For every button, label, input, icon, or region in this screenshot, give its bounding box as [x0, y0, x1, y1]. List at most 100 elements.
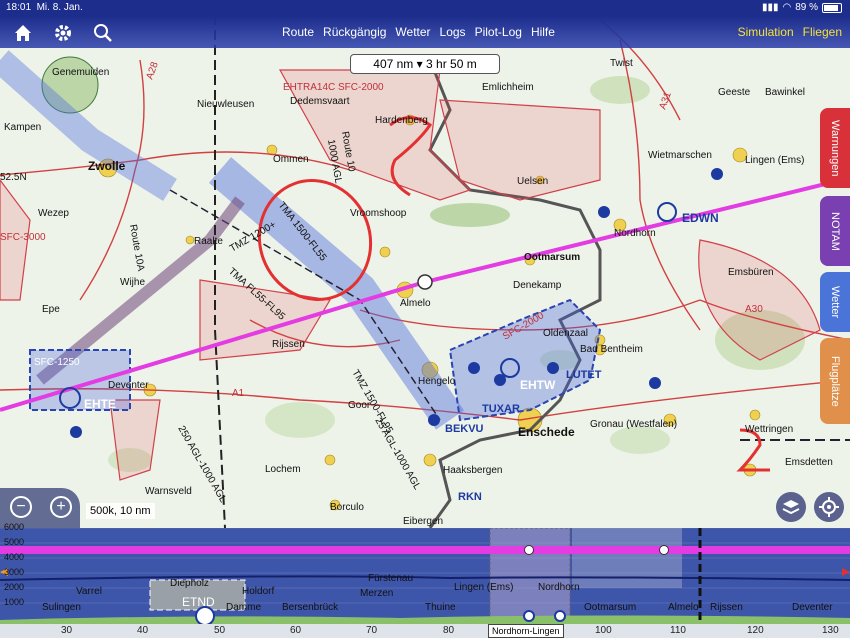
airspace-block: [489, 528, 571, 624]
menu-logs[interactable]: Logs: [440, 25, 466, 39]
airspace-label: RKN: [458, 491, 482, 503]
profile-place: Diepholz: [170, 578, 209, 589]
zoom-in-button[interactable]: +: [50, 496, 72, 518]
map-view[interactable]: Genemuiden Nieuwleusen Dedemsvaart Harde…: [0, 0, 850, 528]
axis-tick: 50: [214, 625, 226, 636]
profile-place: Rijssen: [710, 602, 743, 613]
airport-icon[interactable]: [554, 610, 566, 622]
airspace-label: EHTE: [84, 397, 116, 411]
airspace-label: SFC-3000: [0, 232, 46, 243]
home-icon[interactable]: [12, 22, 34, 44]
town-label: Wettringen: [745, 424, 793, 435]
axis-tick: 80: [443, 625, 455, 636]
status-bar: 18:01 Mi. 8. Jan. ▮▮▮ ◠ 89 %: [0, 0, 850, 16]
route-segment-label[interactable]: Nordhorn-Lingen: [488, 624, 564, 638]
profile-place: Sulingen: [42, 602, 81, 613]
route-waypoint[interactable]: [417, 274, 433, 290]
town-label: Epe: [42, 304, 60, 315]
route-altitude-bar[interactable]: [0, 546, 850, 554]
tab-warnungen[interactable]: Warnungen: [820, 108, 850, 188]
axis-tick: 70: [366, 625, 378, 636]
axis-tick: 60: [290, 625, 302, 636]
town-label: Lingen (Ems): [745, 155, 804, 166]
profile-place: Holdorf: [242, 586, 275, 597]
tab-label: NOTAM: [829, 211, 841, 251]
gear-icon[interactable]: [52, 22, 74, 44]
menu-weather[interactable]: Wetter: [395, 25, 430, 39]
menu-undo[interactable]: Rückgängig: [323, 25, 386, 39]
town-label: Rijssen: [272, 339, 305, 350]
profile-waypoint[interactable]: [659, 545, 669, 555]
town-label: Almelo: [400, 298, 431, 309]
town-label: Warnsveld: [145, 486, 192, 497]
menu-pilot-log[interactable]: Pilot-Log: [475, 25, 522, 39]
town-label: Wijhe: [120, 277, 145, 288]
profile-place: Ootmarsum: [584, 602, 637, 613]
airspace-label: TUXAR: [482, 403, 520, 415]
town-label: Uelsen: [517, 176, 548, 187]
town-label: Twist: [610, 58, 633, 69]
town-label: Ootmarsum: [524, 252, 580, 263]
route-time: 3 hr 50 m: [426, 57, 477, 71]
profile-waypoint[interactable]: [524, 545, 534, 555]
tab-label: Flugplätze: [829, 355, 841, 407]
town-label: Gronau (Westfalen): [590, 419, 677, 430]
town-label: Deventer: [108, 380, 149, 391]
alt-label: 6000: [4, 522, 25, 532]
road-label: A30: [745, 304, 763, 315]
tab-label: Warnungen: [829, 119, 841, 177]
airspace-label: EDWN: [682, 211, 719, 225]
simulation-button[interactable]: Simulation: [738, 25, 794, 39]
axis-tick: 130: [822, 625, 839, 636]
axis-tick: 40: [137, 625, 149, 636]
layers-icon: [782, 500, 800, 515]
airspace-label: BEKVU: [445, 423, 484, 435]
airspace-block: [572, 528, 682, 588]
airport-icon[interactable]: [523, 610, 535, 622]
tab-wetter[interactable]: Wetter: [820, 272, 850, 332]
town-label: Ommen: [273, 154, 309, 165]
tab-flugplaetze[interactable]: Flugplätze: [820, 338, 850, 424]
menu-help[interactable]: Hilfe: [531, 25, 555, 39]
alt-label: 3000: [4, 567, 25, 577]
map-scale: 500k, 10 nm: [86, 503, 155, 519]
etnd-airport-icon[interactable]: [195, 606, 215, 624]
alt-label: 2000: [4, 582, 25, 592]
profile-place: Damme: [226, 602, 262, 613]
menu-route[interactable]: Route: [282, 25, 314, 39]
town-label: Enschede: [518, 425, 575, 439]
town-label: Kampen: [4, 122, 41, 133]
battery-percent: 89 %: [795, 2, 818, 13]
profile-place: Nordhorn: [538, 582, 580, 593]
zoom-out-button[interactable]: −: [10, 496, 32, 518]
route-info[interactable]: 407 nm ▾ 3 hr 50 m: [350, 54, 500, 74]
town-label: Geeste: [718, 87, 751, 98]
town-label: Raalte: [194, 236, 223, 247]
fly-button[interactable]: Fliegen: [803, 25, 842, 39]
status-time: 18:01: [6, 2, 32, 13]
town-label: Wezep: [38, 208, 69, 219]
crosshair-icon: [819, 497, 839, 517]
alt-label: 5000: [4, 537, 25, 547]
tab-notam[interactable]: NOTAM: [820, 196, 850, 266]
route-distance: 407 nm: [373, 57, 414, 71]
town-label: Nieuwleusen: [197, 99, 254, 110]
battery-icon: [822, 3, 842, 13]
town-label: Dedemsvaart: [290, 96, 350, 107]
profile-place: Lingen (Ems): [454, 582, 514, 593]
town-label: Emlichheim: [482, 82, 534, 93]
town-label: Nordhorn: [614, 228, 656, 239]
axis-tick: 110: [670, 625, 686, 636]
locate-button[interactable]: [814, 492, 844, 522]
axis-tick: 30: [61, 625, 73, 636]
route-dropdown-icon[interactable]: ▾: [417, 57, 423, 71]
nav-bar: Route Rückgängig Wetter Logs Pilot-Log H…: [0, 16, 850, 48]
axis-tick: 120: [747, 625, 764, 636]
layers-button[interactable]: [776, 492, 806, 522]
search-icon[interactable]: [92, 22, 114, 44]
profile-place: Thuine: [425, 602, 456, 613]
wifi-icon: ◠: [782, 2, 792, 13]
town-label: Emsbüren: [728, 267, 774, 278]
airspace-label: LUTET: [566, 369, 602, 381]
profile-place: Bersenbrück: [282, 602, 339, 613]
